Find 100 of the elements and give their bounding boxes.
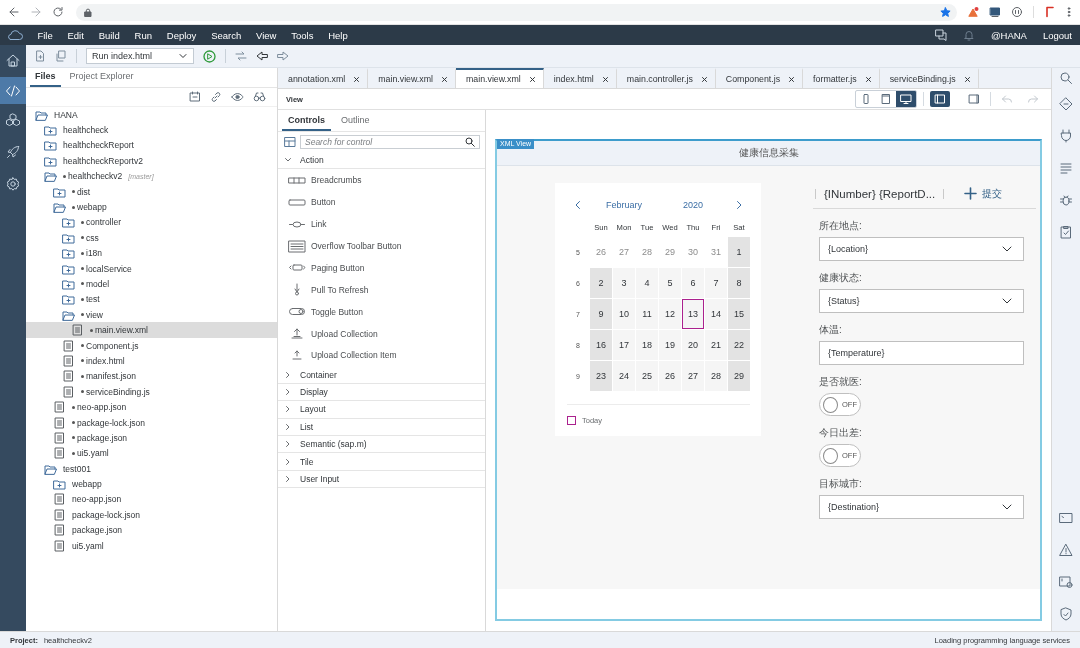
back-icon[interactable]: [8, 6, 20, 18]
binoculars-icon[interactable]: [253, 91, 266, 103]
more-icon[interactable]: [1066, 6, 1072, 18]
control-item[interactable]: Breadcrumbs: [278, 169, 485, 192]
tree-item[interactable]: package-lock.json: [26, 507, 277, 523]
control-item[interactable]: Paging Button: [278, 256, 485, 279]
tree-item[interactable]: test001: [26, 461, 277, 477]
editor-tab[interactable]: index.html: [543, 68, 617, 88]
control-item[interactable]: Overflow Toolbar Button: [278, 235, 485, 257]
tree-item[interactable]: ui5.yaml: [26, 537, 277, 554]
tree-item[interactable]: manifest.json: [26, 368, 277, 385]
calendar-day[interactable]: 14: [705, 299, 727, 329]
group-header[interactable]: User Input: [278, 470, 485, 489]
calendar-day[interactable]: 4: [636, 268, 658, 298]
calendar-day[interactable]: 3: [613, 268, 635, 298]
calendar-day[interactable]: 31: [705, 237, 727, 267]
next-icon[interactable]: [735, 200, 743, 210]
calendar-day[interactable]: 25: [636, 361, 658, 391]
tree-item[interactable]: neo-app.json: [26, 491, 277, 508]
calendar-day[interactable]: 6: [682, 268, 704, 298]
group-header[interactable]: Action: [278, 152, 485, 170]
tree-item[interactable]: package.json: [26, 522, 277, 538]
calendar-day[interactable]: 20: [682, 330, 704, 360]
device-button[interactable]: [896, 91, 916, 107]
calendar-day[interactable]: 26: [590, 237, 612, 267]
close-icon[interactable]: [788, 75, 796, 83]
bug-icon[interactable]: [1059, 193, 1073, 207]
editor-tab[interactable]: formatter.js: [803, 68, 880, 88]
tree-item[interactable]: HANA: [26, 107, 277, 123]
calendar-day[interactable]: 13: [682, 299, 704, 329]
calendar-day[interactable]: 9: [590, 299, 612, 329]
bell-icon[interactable]: [962, 29, 975, 41]
panel-tab[interactable]: Outline: [335, 115, 376, 131]
tree-item[interactable]: webapp: [26, 199, 277, 215]
control-item[interactable]: Upload Collection Item: [278, 344, 485, 367]
calendar-day[interactable]: 17: [613, 330, 635, 360]
calendar-day[interactable]: 27: [682, 361, 704, 391]
user-name[interactable]: @HANA: [990, 29, 1027, 41]
menu-item[interactable]: Search: [203, 29, 249, 41]
calendar-day[interactable]: 18: [636, 330, 658, 360]
input-field[interactable]: {Temperature}: [819, 341, 1024, 365]
calendar-day[interactable]: 30: [682, 237, 704, 267]
run-icon[interactable]: [203, 49, 216, 63]
search-field[interactable]: Search for control: [300, 135, 480, 149]
calendar-day[interactable]: 12: [659, 299, 681, 329]
tree-item[interactable]: controller: [26, 214, 277, 231]
close-icon[interactable]: [864, 75, 872, 83]
tree-item[interactable]: view: [26, 307, 277, 323]
tree-item[interactable]: i18n: [26, 245, 277, 261]
search-icon[interactable]: [465, 137, 475, 147]
menu-item[interactable]: Run: [127, 29, 160, 41]
calendar-day[interactable]: 11: [636, 299, 658, 329]
calendar-day[interactable]: 1: [728, 237, 750, 267]
editor-tab[interactable]: main.view.xml: [455, 68, 544, 88]
bookmark-icon[interactable]: [1044, 6, 1056, 18]
tree-item[interactable]: Component.js: [26, 337, 277, 354]
tree-item[interactable]: healthcheck: [26, 122, 277, 138]
tree-item[interactable]: neo-app.json: [26, 399, 277, 415]
warning-icon[interactable]: [1059, 543, 1073, 557]
menu-item[interactable]: Deploy: [159, 29, 204, 41]
calendar-day[interactable]: 28: [636, 237, 658, 267]
group-header[interactable]: Layout: [278, 401, 485, 419]
tree-item[interactable]: ui5.yaml: [26, 445, 277, 461]
calendar-day[interactable]: 29: [728, 361, 750, 391]
menu-item[interactable]: Build: [91, 29, 128, 41]
select-field[interactable]: {Location}: [819, 237, 1024, 261]
control-item[interactable]: Toggle Button: [278, 300, 485, 323]
menu-item[interactable]: Help: [320, 29, 356, 41]
menu-item[interactable]: View: [248, 29, 284, 41]
tree-item[interactable]: dist: [26, 183, 277, 200]
panel-tab[interactable]: Project Explorer: [64, 71, 139, 87]
editor-tab[interactable]: main.view.xml: [368, 68, 456, 88]
month-button[interactable]: February: [590, 200, 658, 210]
panel-tab[interactable]: Controls: [282, 115, 331, 131]
extension-icon[interactable]: [967, 6, 979, 18]
tree-item[interactable]: localService: [26, 260, 277, 277]
group-header[interactable]: Container: [278, 366, 485, 384]
eye-icon[interactable]: [231, 91, 244, 103]
control-item[interactable]: Pull To Refresh: [278, 278, 485, 301]
group-header[interactable]: List: [278, 418, 485, 436]
tree-item[interactable]: model: [26, 276, 277, 292]
calendar-day[interactable]: 8: [728, 268, 750, 298]
palette-icon[interactable]: [284, 136, 296, 148]
copy-icon[interactable]: [55, 50, 67, 62]
tree-item[interactable]: healthcheckReportv2: [26, 153, 277, 169]
control-item[interactable]: Button: [278, 191, 485, 214]
plug-icon[interactable]: [1059, 129, 1073, 143]
tree-item[interactable]: index.html: [26, 353, 277, 369]
editor-tab[interactable]: annotation.xml: [278, 68, 369, 88]
clipboard-icon[interactable]: [1059, 225, 1073, 239]
logout-link[interactable]: Logout: [1042, 29, 1072, 41]
calendar-day[interactable]: 10: [613, 299, 635, 329]
calendar-day[interactable]: 27: [613, 237, 635, 267]
select-field[interactable]: {Destination}: [819, 495, 1024, 519]
menu-item[interactable]: Edit: [60, 29, 92, 41]
editor-tab[interactable]: serviceBinding.js: [879, 68, 979, 88]
image-icon[interactable]: [1059, 575, 1073, 589]
calendar-day[interactable]: 7: [705, 268, 727, 298]
screen-icon[interactable]: [989, 6, 1001, 18]
tree-item[interactable]: webapp: [26, 476, 277, 492]
